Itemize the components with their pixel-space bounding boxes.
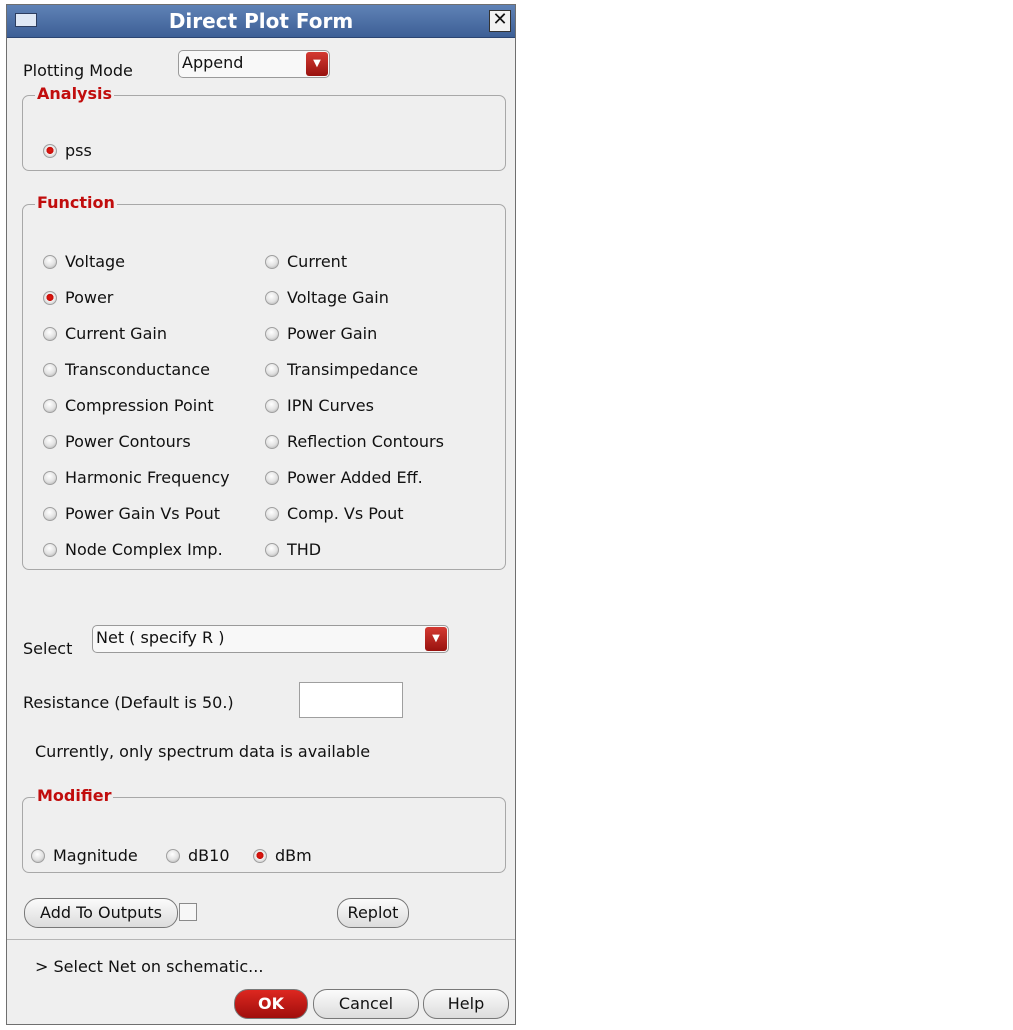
radio-icon: [43, 254, 57, 269]
radio-selected-icon: [43, 143, 57, 158]
replot-button[interactable]: Replot: [337, 898, 409, 928]
radio-power[interactable]: Power: [43, 288, 113, 307]
function-label: Power Gain: [287, 324, 378, 343]
function-label: Comp. Vs Pout: [287, 504, 404, 523]
chevron-down-icon: ▼: [306, 52, 328, 76]
radio-magnitude[interactable]: Magnitude: [31, 846, 138, 865]
function-label: Transconductance: [65, 360, 210, 379]
radio-node-complex-imp[interactable]: Node Complex Imp.: [43, 540, 223, 559]
cancel-button[interactable]: Cancel: [313, 989, 419, 1019]
select-net-dropdown[interactable]: Net ( specify R ) ▼: [92, 625, 449, 653]
function-label: Power Contours: [65, 432, 191, 451]
modifier-label: Magnitude: [53, 846, 138, 865]
radio-icon: [43, 542, 57, 557]
radio-icon: [265, 254, 279, 269]
function-group: Function Voltage Power Current Gain Tran…: [22, 193, 506, 570]
modifier-label: dB10: [188, 846, 230, 865]
title-bar[interactable]: Direct Plot Form ✕: [7, 5, 515, 38]
analysis-option-label: pss: [65, 141, 92, 160]
radio-icon: [31, 848, 45, 863]
radio-icon: [265, 506, 279, 521]
radio-icon: [43, 362, 57, 377]
analysis-group: Analysis pss: [22, 84, 506, 171]
function-label: Power Added Eff.: [287, 468, 423, 487]
radio-icon: [43, 470, 57, 485]
function-label: THD: [287, 540, 322, 559]
modifier-title: Modifier: [35, 786, 114, 805]
radio-transimpedance[interactable]: Transimpedance: [265, 360, 418, 379]
radio-icon: [265, 542, 279, 557]
radio-power-gain-vs-pout[interactable]: Power Gain Vs Pout: [43, 504, 220, 523]
radio-icon: [43, 434, 57, 449]
radio-icon: [265, 434, 279, 449]
select-label: Select: [23, 639, 73, 658]
ok-button[interactable]: OK: [234, 989, 308, 1019]
add-to-outputs-checkbox[interactable]: [179, 903, 197, 921]
radio-current-gain[interactable]: Current Gain: [43, 324, 167, 343]
function-label: Power: [65, 288, 114, 307]
radio-harmonic-frequency[interactable]: Harmonic Frequency: [43, 468, 230, 487]
radio-compression-point[interactable]: Compression Point: [43, 396, 214, 415]
radio-selected-icon: [43, 290, 57, 305]
function-label: Reflection Contours: [287, 432, 444, 451]
radio-icon: [265, 398, 279, 413]
close-icon[interactable]: ✕: [489, 10, 511, 32]
radio-icon: [166, 848, 180, 863]
help-button[interactable]: Help: [423, 989, 509, 1019]
radio-icon: [265, 290, 279, 305]
radio-voltage-gain[interactable]: Voltage Gain: [265, 288, 389, 307]
resistance-input[interactable]: [299, 682, 403, 718]
window-title: Direct Plot Form: [168, 9, 354, 33]
function-title: Function: [35, 193, 117, 212]
direct-plot-form-window: Direct Plot Form ✕ Plotting Mode Append …: [6, 4, 516, 1025]
function-label: Power Gain Vs Pout: [65, 504, 220, 523]
status-text: > Select Net on schematic...: [35, 957, 264, 976]
function-label: Voltage Gain: [287, 288, 389, 307]
radio-power-gain[interactable]: Power Gain: [265, 324, 377, 343]
analysis-title: Analysis: [35, 84, 115, 103]
radio-ipn-curves[interactable]: IPN Curves: [265, 396, 374, 415]
function-label: Transimpedance: [287, 360, 419, 379]
radio-icon: [265, 362, 279, 377]
modifier-group: Modifier Magnitude dB10 dBm: [22, 786, 506, 873]
radio-icon: [265, 326, 279, 341]
radio-power-added-eff[interactable]: Power Added Eff.: [265, 468, 423, 487]
plotting-mode-label: Plotting Mode: [23, 61, 133, 80]
radio-comp-vs-pout[interactable]: Comp. Vs Pout: [265, 504, 404, 523]
modifier-label: dBm: [275, 846, 312, 865]
radio-transconductance[interactable]: Transconductance: [43, 360, 210, 379]
function-label: Current Gain: [65, 324, 167, 343]
select-value: Net ( specify R ): [96, 628, 225, 647]
radio-current[interactable]: Current: [265, 252, 347, 271]
chevron-down-icon: ▼: [425, 627, 447, 651]
function-label: Compression Point: [65, 396, 214, 415]
radio-db10[interactable]: dB10: [166, 846, 230, 865]
add-to-outputs-button[interactable]: Add To Outputs: [24, 898, 178, 928]
plotting-mode-select[interactable]: Append ▼: [178, 50, 330, 78]
radio-icon: [43, 398, 57, 413]
radio-reflection-contours[interactable]: Reflection Contours: [265, 432, 444, 451]
spectrum-note: Currently, only spectrum data is availab…: [35, 742, 371, 761]
radio-pss[interactable]: pss: [43, 141, 92, 160]
radio-thd[interactable]: THD: [265, 540, 321, 559]
resistance-label: Resistance (Default is 50.): [23, 693, 234, 712]
radio-icon: [43, 506, 57, 521]
function-label: Harmonic Frequency: [65, 468, 230, 487]
function-label: Current: [287, 252, 348, 271]
plotting-mode-value: Append: [182, 53, 244, 72]
radio-voltage[interactable]: Voltage: [43, 252, 125, 271]
radio-dbm[interactable]: dBm: [253, 846, 312, 865]
radio-icon: [43, 326, 57, 341]
function-label: Voltage: [65, 252, 126, 271]
function-label: IPN Curves: [287, 396, 374, 415]
radio-selected-icon: [253, 848, 267, 863]
status-divider: [7, 939, 515, 940]
radio-power-contours[interactable]: Power Contours: [43, 432, 191, 451]
function-label: Node Complex Imp.: [65, 540, 223, 559]
radio-icon: [265, 470, 279, 485]
